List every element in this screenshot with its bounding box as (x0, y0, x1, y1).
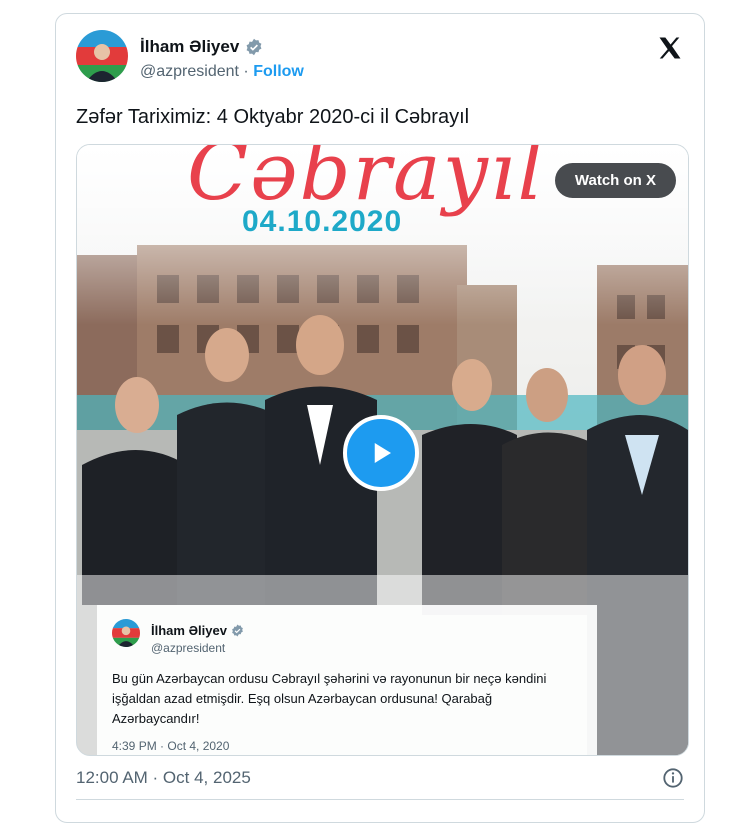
author-avatar[interactable] (76, 30, 128, 82)
quoted-author-name: İlham Əliyev (151, 623, 227, 638)
separator-dot: · (243, 63, 249, 80)
quoted-tweet-text: Bu gün Azərbaycan ordusu Cəbrayıl şəhəri… (112, 671, 547, 726)
author-handle[interactable]: @azpresident (140, 63, 239, 80)
x-logo-icon[interactable] (656, 34, 684, 62)
verified-badge-icon (246, 38, 262, 56)
info-icon[interactable] (662, 767, 684, 789)
quoted-tweet[interactable]: İlham Əliyev @azpresident Bu gün Azərbay… (97, 605, 597, 755)
quoted-tweet-timestamp: 4:39 PM · Oct 4, 2020 (112, 739, 230, 753)
watch-on-x-button[interactable]: Watch on X (554, 163, 676, 198)
quoted-author-handle: @azpresident (151, 641, 226, 655)
divider (76, 799, 684, 800)
play-button[interactable] (343, 415, 419, 491)
play-icon (374, 443, 391, 463)
verified-badge-icon (232, 624, 243, 637)
tweet-card: İlham Əliyev @azpresident · Follow Zəfər… (55, 13, 705, 823)
tweet-text: Zəfər Tariximiz: 4 Oktyabr 2020-ci il Cə… (76, 106, 470, 128)
follow-button[interactable]: Follow (253, 63, 304, 80)
author-name[interactable]: İlham Əliyev (140, 37, 239, 57)
quoted-author-avatar (112, 619, 140, 647)
tweet-timestamp[interactable]: 12:00 AM · Oct 4, 2025 (76, 768, 251, 788)
video-media[interactable]: Cəbrayıl 04.10.2020 Watch on X İlham Əli… (76, 144, 689, 756)
video-headline-date: 04.10.2020 (242, 205, 403, 238)
